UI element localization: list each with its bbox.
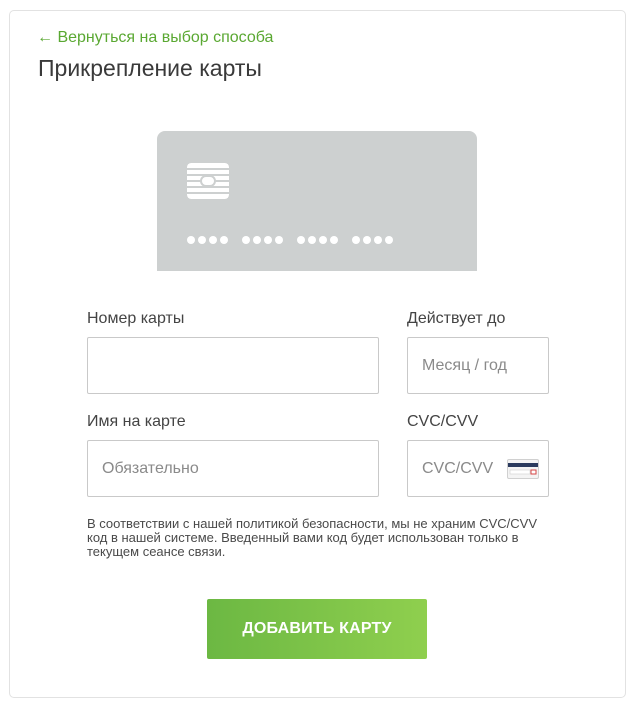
cvc-label: CVC/CVV [407, 413, 479, 430]
cardholder-label: Имя на карте [87, 413, 186, 430]
cvc-field [407, 440, 549, 497]
expiry-label: Действует до [407, 310, 506, 327]
masked-card-number [187, 236, 393, 248]
back-to-method-link[interactable]: ← Вернуться на выбор способа [37, 29, 273, 47]
masked-group [297, 236, 338, 248]
masked-group [242, 236, 283, 248]
expiry-input[interactable] [407, 337, 549, 394]
chip-icon [187, 163, 229, 199]
add-card-button[interactable]: ДОБАВИТЬ КАРТУ [207, 599, 427, 659]
security-note: В соответствии с нашей политикой безопас… [87, 516, 538, 559]
page-title: Прикрепление карты [38, 55, 262, 81]
masked-group [352, 236, 393, 248]
card-number-label: Номер карты [87, 310, 185, 327]
card-back-icon [507, 459, 539, 479]
card-preview [157, 131, 477, 271]
card-number-input[interactable] [87, 337, 379, 394]
cardholder-name-input[interactable] [87, 440, 379, 497]
masked-group [187, 236, 228, 248]
